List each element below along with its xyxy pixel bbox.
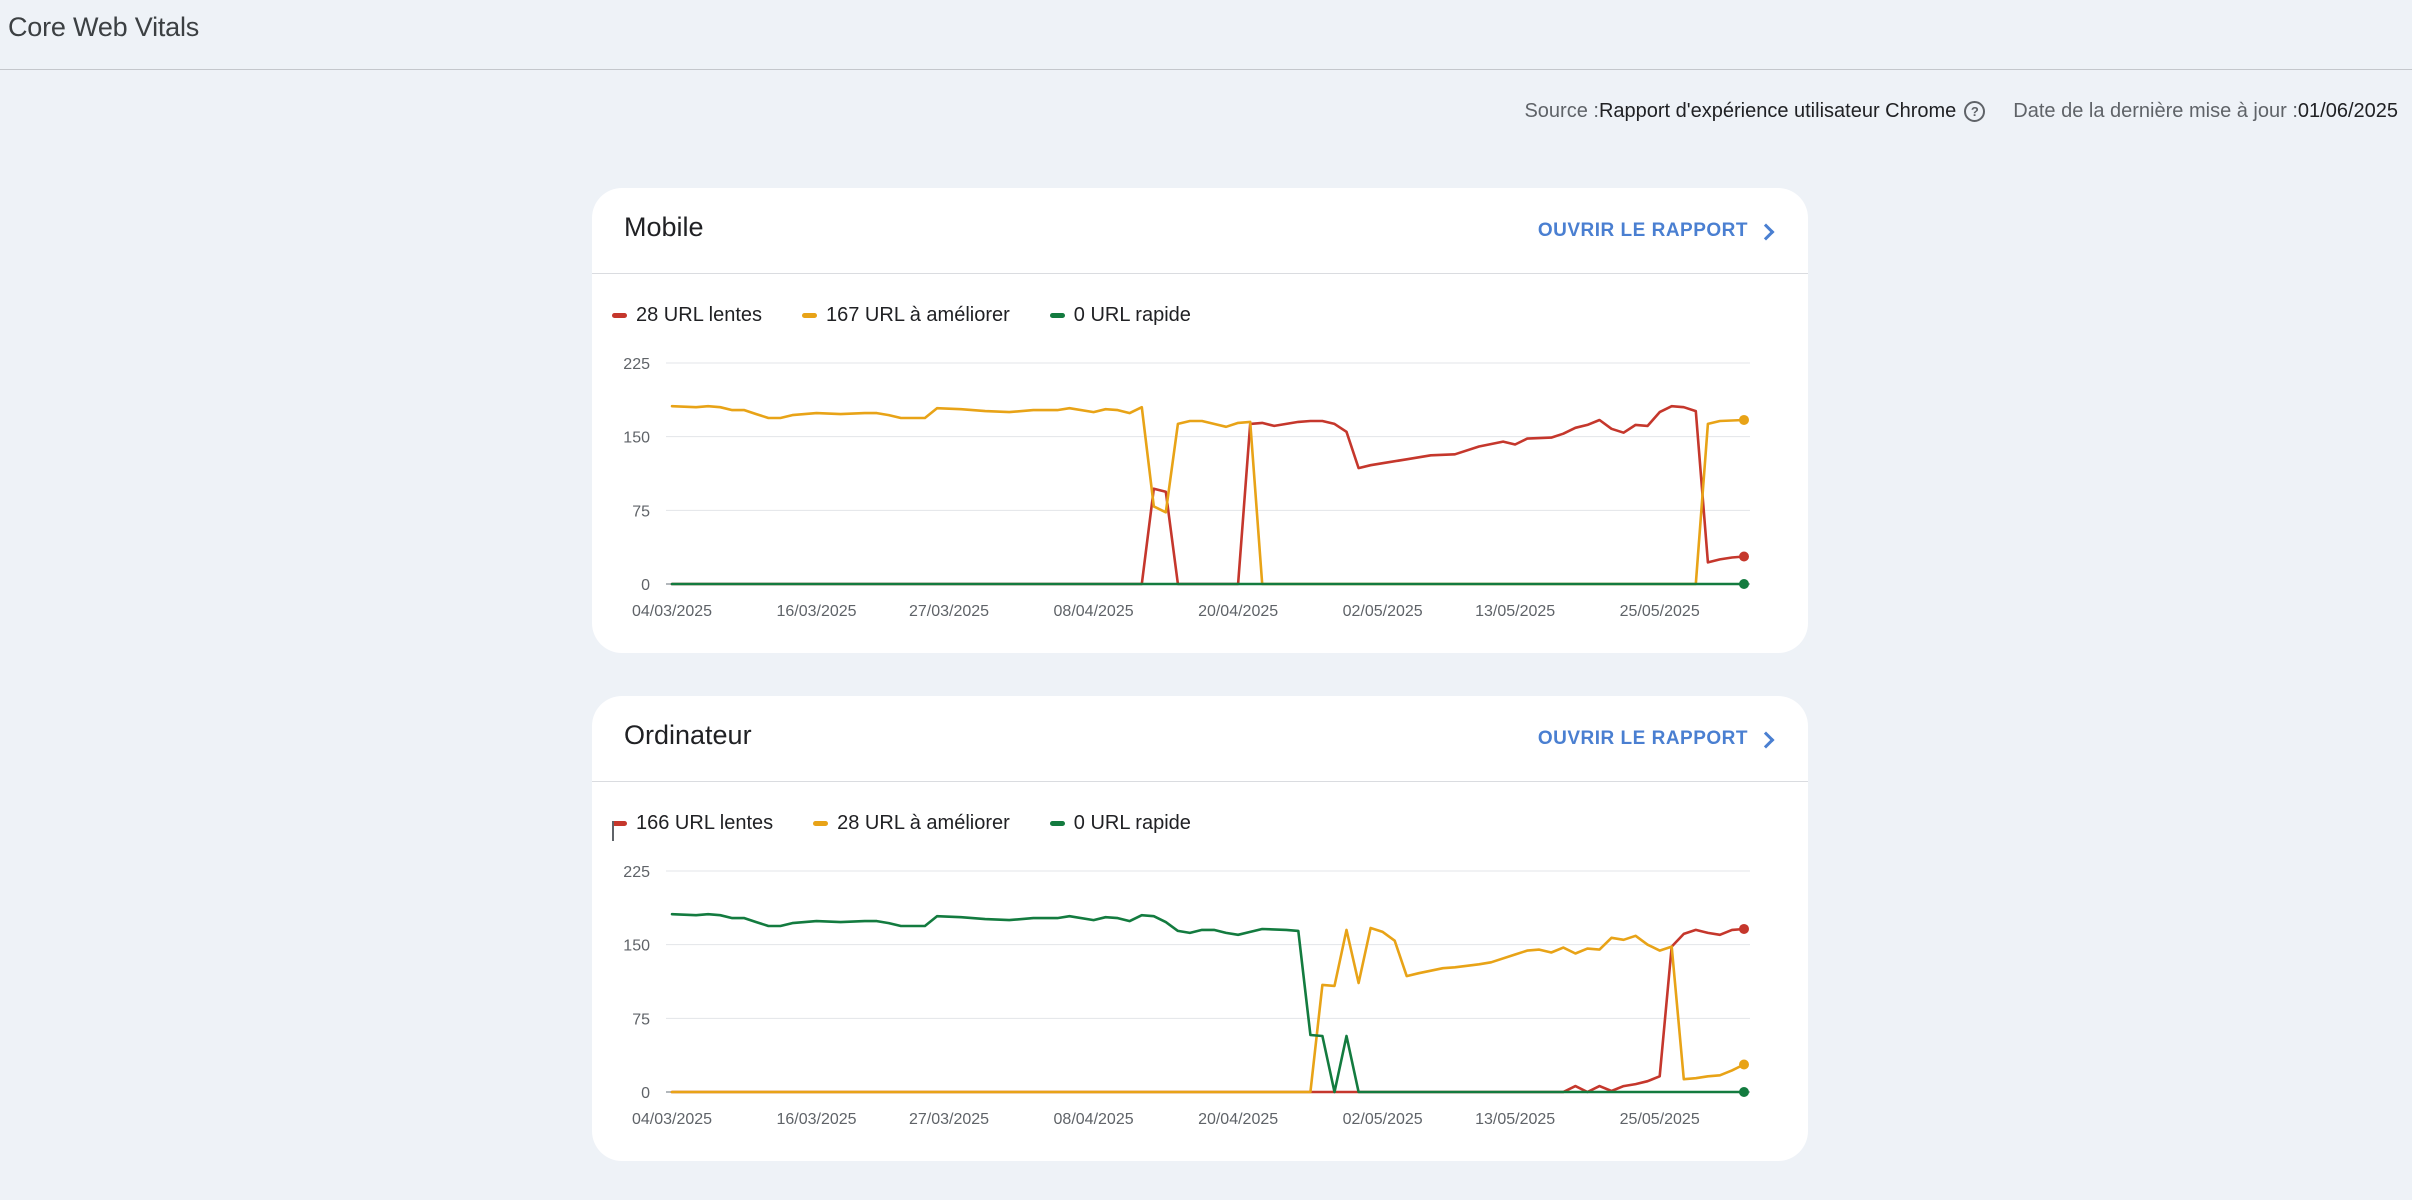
x-tick-label: 20/04/2025 <box>1198 603 1278 620</box>
desktop-card: 0 75 150 225 04/03/2025 16/03/2025 27/03/2025 0… <box>592 696 1808 1161</box>
help-icon[interactable]: ? <box>1964 101 1986 122</box>
x-tick-label: 13/05/2025 <box>1475 603 1555 620</box>
open-report-button[interactable]: OUVRIR LE RAPPORT <box>1537 220 1775 242</box>
chevron-right-icon <box>1757 223 1775 240</box>
updated-label: Date de la dernière mise à jour : <box>2013 100 2298 122</box>
legend-swatch-fast <box>1049 313 1065 318</box>
open-report-label: OUVRIR LE RAPPORT <box>1537 728 1748 749</box>
open-report-button[interactable]: OUVRIR LE RAPPORT <box>1537 728 1775 750</box>
card-header: Ordinateur OUVRIR LE RAPPORT <box>592 696 1808 782</box>
legend-label: 0 URL rapide <box>1073 304 1191 326</box>
legend-swatch-fast <box>1049 821 1065 826</box>
chart-legend: 28 URL lentes 167 URL à améliorer 0 URL … <box>612 304 1231 327</box>
legend-item-improve[interactable]: 167 URL à améliorer <box>802 304 1010 327</box>
legend-swatch-slow <box>612 313 627 318</box>
y-tick-label: 0 <box>641 1085 650 1102</box>
top-bar: Core Web Vitals <box>0 0 2412 70</box>
mobile-card: 0 75 150 225 04/03/2025 16/03/2025 27/03/2025 0… <box>592 188 1808 653</box>
series-line <box>670 912 1746 1094</box>
series-line <box>670 926 1746 1094</box>
series-end-point <box>1739 551 1749 562</box>
legend-item-improve[interactable]: 28 URL à améliorer <box>813 812 1010 835</box>
x-tick-label: 27/03/2025 <box>909 603 989 620</box>
legend-swatch-improve <box>813 821 829 826</box>
series-end-point <box>1739 414 1749 425</box>
x-tick-label: 16/03/2025 <box>777 1111 857 1128</box>
series-end-point <box>1739 579 1749 589</box>
series-end-point <box>1739 1087 1749 1097</box>
page-title: Core Web Vitals <box>8 12 200 42</box>
card-header: Mobile OUVRIR LE RAPPORT <box>592 188 1808 274</box>
x-tick-label: 04/03/2025 <box>632 1111 712 1128</box>
x-tick-label: 25/05/2025 <box>1620 1111 1700 1128</box>
legend-label: 0 URL rapide <box>1073 812 1191 834</box>
legend-label: 28 URL lentes <box>636 304 762 326</box>
chevron-right-icon <box>1757 731 1775 748</box>
series-end-point <box>1739 1059 1749 1070</box>
y-tick-label: 225 <box>623 356 650 373</box>
series-line <box>670 404 1746 586</box>
y-tick-label: 150 <box>623 938 650 955</box>
open-report-label: OUVRIR LE RAPPORT <box>1537 220 1748 241</box>
x-tick-label: 02/05/2025 <box>1343 603 1423 620</box>
card-title: Mobile <box>624 212 704 242</box>
y-tick-label: 75 <box>632 1011 650 1028</box>
series-line <box>670 927 1746 1094</box>
flag-icon <box>612 821 627 841</box>
x-tick-label: 02/05/2025 <box>1343 1111 1423 1128</box>
legend-item-slow[interactable]: 166 URL lentes <box>612 812 774 841</box>
series-end-point <box>1739 923 1749 934</box>
source-label: Source : <box>1524 100 1599 122</box>
x-tick-label: 20/04/2025 <box>1198 1111 1278 1128</box>
x-tick-label: 25/05/2025 <box>1620 603 1700 620</box>
card-title: Ordinateur <box>624 720 752 750</box>
y-tick-label: 225 <box>623 864 650 881</box>
source-value: Rapport d'expérience utilisateur Chrome <box>1598 100 1957 122</box>
x-tick-label: 08/04/2025 <box>1054 603 1134 620</box>
legend-swatch-improve <box>802 313 817 318</box>
chart-legend: 166 URL lentes 28 URL à améliorer 0 URL … <box>612 812 1231 841</box>
legend-label: 28 URL à améliorer <box>837 812 1010 834</box>
x-tick-label: 27/03/2025 <box>909 1111 989 1128</box>
x-tick-label: 04/03/2025 <box>632 603 712 620</box>
legend-label: 166 URL lentes <box>636 812 774 834</box>
x-tick-label: 16/03/2025 <box>777 603 857 620</box>
x-tick-label: 13/05/2025 <box>1475 1111 1555 1128</box>
legend-item-slow[interactable]: 28 URL lentes <box>612 304 762 327</box>
y-tick-label: 75 <box>632 503 650 520</box>
updated-value: 01/06/2025 <box>2297 100 2398 122</box>
legend-item-fast[interactable]: 0 URL rapide <box>1049 304 1191 327</box>
y-tick-label: 150 <box>623 430 650 447</box>
series-line <box>670 404 1746 586</box>
legend-item-fast[interactable]: 0 URL rapide <box>1049 812 1191 835</box>
x-tick-label: 08/04/2025 <box>1054 1111 1134 1128</box>
legend-label: 167 URL à améliorer <box>826 304 1010 326</box>
y-tick-label: 0 <box>641 577 650 594</box>
report-meta: Source : Rapport d'expérience utilisateu… <box>1524 100 2398 123</box>
